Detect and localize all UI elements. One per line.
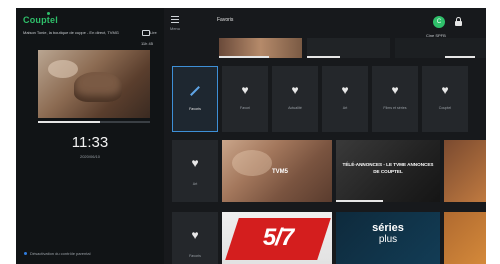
lock-icon[interactable]: [455, 17, 462, 26]
lock-body: [455, 21, 462, 26]
menu-button[interactable]: [171, 16, 179, 24]
tv-app-frame: Couptel Maison Tonie, la boutique de cup…: [16, 8, 486, 264]
tile-title: 5/7: [262, 224, 294, 251]
heart-glyph: ♥: [391, 83, 399, 97]
category-label: Couptel: [438, 106, 452, 110]
brand-logo: Couptel: [23, 15, 58, 25]
heart-icon: ♥: [191, 154, 198, 172]
channel-57-tile[interactable]: 5/7: [222, 212, 332, 264]
tile-title: séries: [372, 222, 404, 234]
tile-progress: [336, 200, 383, 202]
heart-glyph: ♥: [241, 83, 249, 97]
heart-glyph: ♥: [291, 83, 299, 97]
live-video-preview[interactable]: [38, 50, 150, 118]
category-label: Actualité: [288, 106, 302, 110]
heart-icon: ♥: [338, 84, 352, 96]
menu-label: Menu: [170, 26, 181, 31]
category-label: Films et séries: [383, 106, 407, 110]
heart-glyph: ♥: [191, 156, 199, 170]
category-art[interactable]: ♥ Art: [322, 66, 368, 132]
now-playing-title: Maison Tonie, la boutique de cuppe - En …: [23, 30, 119, 35]
now-playing-panel: Couptel Maison Tonie, la boutique de cup…: [16, 8, 164, 264]
menu-line: [171, 19, 179, 20]
pencil-icon: [188, 85, 202, 97]
announcement-tile[interactable]: TÉLÉ-ANNONCES - LE TVME ANNONCES DE COUP…: [336, 140, 440, 202]
heart-glyph: ♥: [191, 228, 199, 242]
category-label: Art: [342, 106, 348, 110]
category-label: Favori: [240, 106, 250, 110]
parental-control-label: Désactivation du contrôle parental: [30, 251, 91, 256]
scrolled-tile[interactable]: [219, 38, 302, 58]
brand-dot-icon: [47, 12, 50, 15]
heart-icon: ♥: [388, 84, 402, 96]
user-avatar[interactable]: C: [433, 16, 445, 28]
category-art-row2[interactable]: ♥ Art: [172, 140, 218, 202]
info-dot-icon: [24, 252, 27, 255]
category-label: Favoris: [189, 254, 201, 258]
category-films-series[interactable]: ♥ Films et séries: [372, 66, 418, 132]
menu-line: [171, 16, 179, 17]
page-title: Favoris: [217, 17, 234, 23]
menu-line: [171, 22, 179, 23]
heart-icon: ♥: [438, 84, 452, 96]
category-label: Art: [192, 182, 198, 186]
scrolled-tile[interactable]: [395, 38, 486, 58]
heart-glyph: ♥: [441, 83, 449, 97]
heart-icon: ♥: [191, 226, 198, 244]
now-playing-time: 11h 45: [141, 41, 153, 46]
heart-icon: ♥: [238, 84, 252, 96]
tile-progress: [219, 56, 269, 58]
pencil-shape: [190, 86, 200, 96]
category-actualite[interactable]: ♥ Actualité: [272, 66, 318, 132]
tile-subtitle: plus: [378, 234, 398, 245]
tile-progress: [445, 56, 475, 58]
tile-progress: [307, 56, 341, 58]
series-plus-tile[interactable]: séries plus: [336, 212, 440, 264]
date: 2020/06/10: [79, 154, 101, 159]
heart-glyph: ♥: [341, 83, 349, 97]
category-label: Favoris: [189, 107, 201, 111]
clock: 11:33: [71, 134, 109, 151]
tile-title: TVM5: [271, 169, 288, 175]
now-playing-side-label[interactable]: Lire: [150, 30, 157, 35]
scrolled-tile[interactable]: [307, 38, 390, 58]
tile-title: TÉLÉ-ANNONCES - LE TVME ANNONCES DE COUP…: [342, 162, 434, 174]
playback-progress-fill: [38, 121, 100, 123]
partial-tile[interactable]: [444, 212, 486, 264]
partial-tile[interactable]: [444, 140, 486, 202]
category-couptel[interactable]: ♥ Couptel: [422, 66, 468, 132]
category-favoris-row3[interactable]: ♥ Favoris: [172, 212, 218, 264]
tvm5-tile[interactable]: TVM5: [222, 140, 332, 202]
cast-icon[interactable]: [142, 30, 150, 36]
parental-control-link[interactable]: Désactivation du contrôle parental: [24, 251, 90, 256]
favorites-browser: Menu Favoris C Cine SPFB Favoris ♥ Favor…: [164, 8, 486, 264]
playback-progress: [38, 121, 150, 123]
scrolled-row: [219, 38, 486, 58]
category-favori[interactable]: ♥ Favori: [222, 66, 268, 132]
category-favoris[interactable]: Favoris: [172, 66, 218, 132]
heart-icon: ♥: [288, 84, 302, 96]
